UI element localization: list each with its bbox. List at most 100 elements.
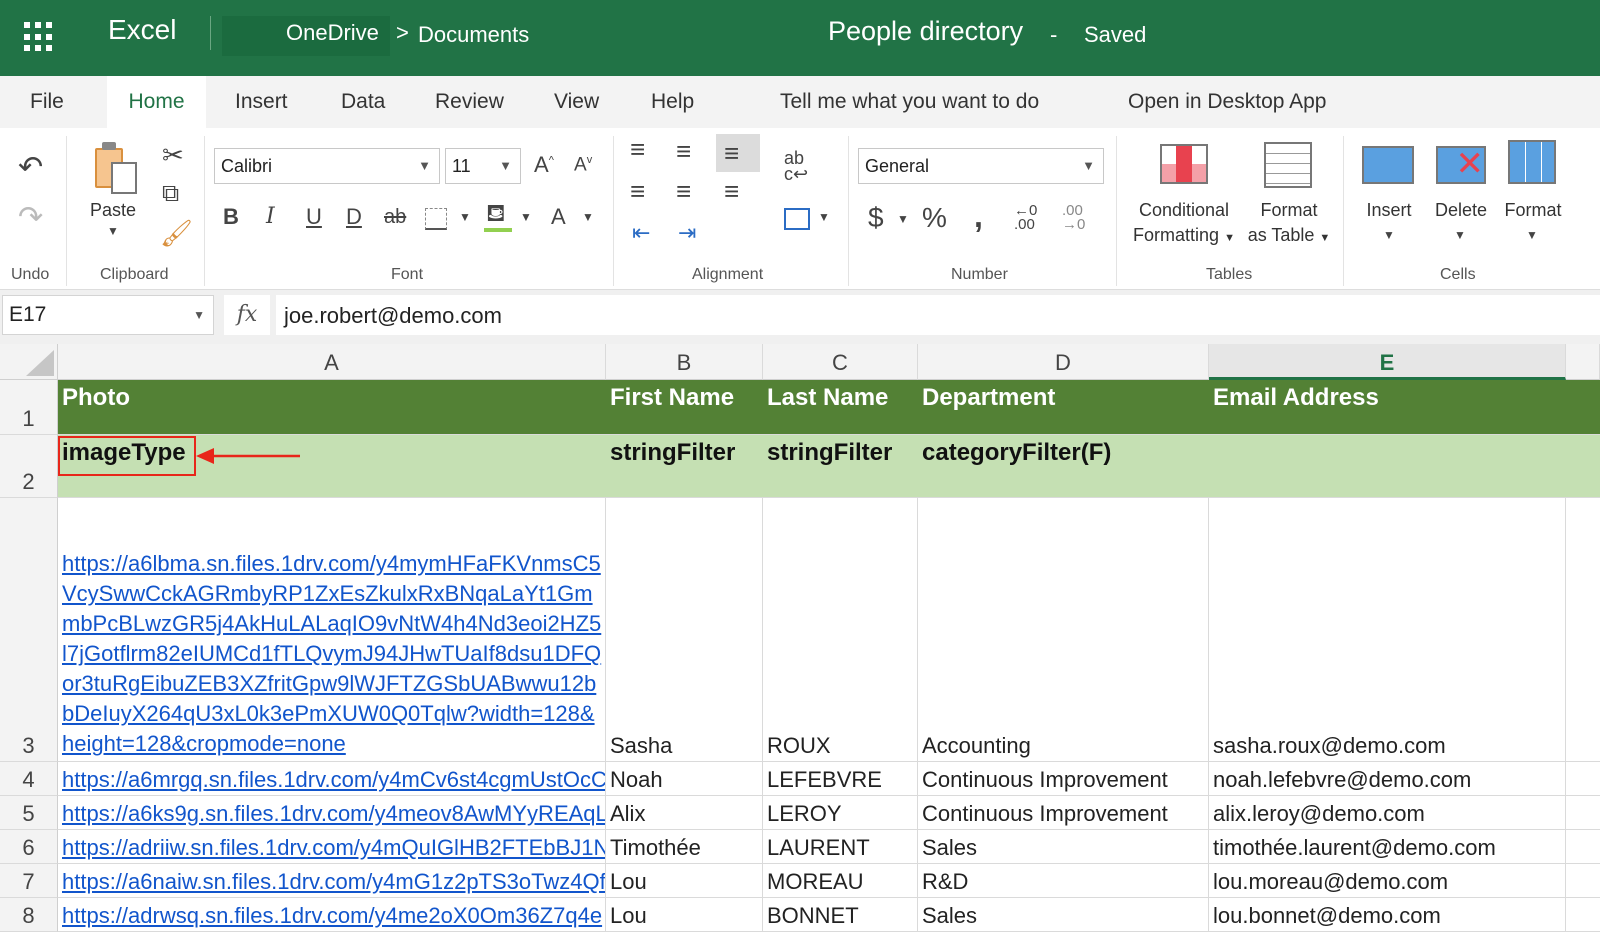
conditional-formatting-icon[interactable] (1160, 144, 1208, 184)
align-bottom-icon[interactable]: ≡ (724, 138, 739, 169)
row-header-4[interactable]: 4 (0, 762, 58, 796)
row-header-1[interactable]: 1 (0, 380, 58, 435)
number-format-select[interactable]: General ▼ (858, 148, 1104, 184)
cell-e6[interactable]: timothée.laurent@demo.com (1209, 830, 1566, 863)
font-size-select[interactable]: 11 ▼ (445, 148, 521, 184)
cell-d4[interactable]: Continuous Improvement (918, 762, 1209, 795)
decrease-font-icon[interactable]: Av (574, 154, 592, 176)
format-painter-icon[interactable]: 🖌 (160, 218, 193, 249)
select-all-button[interactable] (0, 344, 58, 380)
cut-icon[interactable]: ✂ (162, 140, 184, 171)
cell-e8[interactable]: lou.bonnet@demo.com (1209, 898, 1566, 931)
comma-style-icon[interactable]: , (974, 198, 983, 235)
format-as-table-button[interactable]: Format as Table ▼ (1244, 198, 1334, 251)
cell-e5[interactable]: alix.leroy@demo.com (1209, 796, 1566, 829)
undo-icon[interactable]: ↶ (18, 150, 43, 185)
paste-icon[interactable] (93, 142, 139, 194)
cell-b4[interactable]: Noah (606, 762, 763, 795)
decrease-decimal-icon[interactable]: .00 →0 (1062, 203, 1085, 232)
tab-file[interactable]: File (20, 76, 74, 128)
cell-e7[interactable]: lou.moreau@demo.com (1209, 864, 1566, 897)
merge-center-icon[interactable] (784, 208, 810, 230)
cell-b7[interactable]: Lou (606, 864, 763, 897)
decrease-indent-icon[interactable]: ⇤ (632, 220, 650, 246)
cell-b8[interactable]: Lou (606, 898, 763, 931)
photo-link[interactable]: https://a6ks9g.sn.files.1drv.com/y4meov8… (62, 801, 605, 827)
tell-me-search[interactable]: Tell me what you want to do (770, 76, 1049, 128)
cell-d7[interactable]: R&D (918, 864, 1209, 897)
cell-c5[interactable]: LEROY (763, 796, 918, 829)
header-cell-department[interactable]: Department (918, 380, 1209, 434)
increase-font-icon[interactable]: A^ (534, 152, 554, 178)
photo-link[interactable]: https://adriiw.sn.files.1drv.com/y4mQuIG… (62, 835, 605, 861)
cell-e4[interactable]: noah.lefebvre@demo.com (1209, 762, 1566, 795)
document-title[interactable]: People directory (828, 16, 1023, 47)
borders-icon[interactable] (425, 208, 447, 230)
align-right-icon[interactable]: ≡ (724, 176, 739, 207)
photo-link[interactable]: https://a6naiw.sn.files.1drv.com/y4mG1z2… (62, 869, 605, 895)
column-header-a[interactable]: A (58, 344, 606, 380)
header-cell-photo[interactable]: Photo (58, 380, 606, 434)
cell-d2[interactable]: categoryFilter(F) (918, 435, 1209, 497)
cell-a5[interactable]: https://a6ks9g.sn.files.1drv.com/y4meov8… (58, 796, 606, 829)
cell-c6[interactable]: LAURENT (763, 830, 918, 863)
wrap-text-icon[interactable]: ab c↩ (784, 149, 808, 183)
underline-icon[interactable]: U (306, 204, 322, 230)
strikethrough-icon[interactable]: ab (384, 206, 406, 229)
chevron-down-icon[interactable]: ▼ (897, 212, 909, 226)
tab-view[interactable]: View (544, 76, 609, 128)
currency-icon[interactable]: $ (868, 202, 884, 234)
photo-link[interactable]: https://a6mrgq.sn.files.1drv.com/y4mCv6s… (62, 767, 605, 793)
column-header-f[interactable] (1566, 344, 1600, 380)
cell-c8[interactable]: BONNET (763, 898, 918, 931)
chevron-down-icon[interactable]: ▼ (1383, 228, 1395, 242)
header-cell-first-name[interactable]: First Name (606, 380, 763, 434)
photo-link[interactable]: https://adrwsq.sn.files.1drv.com/y4me2oX… (62, 903, 602, 929)
chevron-down-icon[interactable]: ▼ (1526, 228, 1538, 242)
delete-cells-icon[interactable]: ✕ (1436, 146, 1486, 184)
cell-d5[interactable]: Continuous Improvement (918, 796, 1209, 829)
column-header-b[interactable]: B (606, 344, 763, 380)
paste-button[interactable]: Paste (88, 198, 138, 223)
row-header-8[interactable]: 8 (0, 898, 58, 932)
chevron-down-icon[interactable]: ▼ (1454, 228, 1466, 242)
app-launcher-icon[interactable] (24, 22, 54, 52)
cell-c3[interactable]: ROUX (763, 498, 918, 761)
delete-cells-button[interactable]: Delete (1428, 198, 1494, 223)
row-header-6[interactable]: 6 (0, 830, 58, 864)
tab-review[interactable]: Review (425, 76, 514, 128)
cell-d6[interactable]: Sales (918, 830, 1209, 863)
chevron-down-icon[interactable]: ▼ (582, 210, 594, 224)
double-underline-icon[interactable]: D (346, 204, 362, 230)
cell-b6[interactable]: Timothée (606, 830, 763, 863)
breadcrumb-onedrive[interactable]: OneDrive (286, 20, 379, 46)
row-header-3[interactable]: 3 (0, 498, 58, 762)
cell-e3[interactable]: sasha.roux@demo.com (1209, 498, 1566, 761)
align-center-icon[interactable]: ≡ (676, 176, 691, 207)
cell-c7[interactable]: MOREAU (763, 864, 918, 897)
align-top-icon[interactable]: ≡ (630, 134, 645, 165)
cell-d3[interactable]: Accounting (918, 498, 1209, 761)
column-header-d[interactable]: D (918, 344, 1209, 380)
percent-icon[interactable]: % (922, 202, 947, 234)
cell-a3[interactable]: https://a6lbma.sn.files.1drv.com/y4mymHF… (58, 498, 606, 761)
row-header-7[interactable]: 7 (0, 864, 58, 898)
cell-a6[interactable]: https://adriiw.sn.files.1drv.com/y4mQuIG… (58, 830, 606, 863)
insert-function-icon[interactable]: fx (224, 295, 270, 335)
redo-icon[interactable]: ↷ (18, 200, 43, 235)
cell-d8[interactable]: Sales (918, 898, 1209, 931)
cell-a8[interactable]: https://adrwsq.sn.files.1drv.com/y4me2oX… (58, 898, 606, 931)
font-color-icon[interactable]: A (551, 204, 566, 230)
open-in-desktop-app[interactable]: Open in Desktop App (1118, 76, 1336, 128)
column-header-c[interactable]: C (763, 344, 918, 380)
chevron-down-icon[interactable]: ▼ (459, 210, 471, 224)
increase-indent-icon[interactable]: ⇥ (678, 220, 696, 246)
name-box[interactable]: E17 ▼ (2, 295, 214, 335)
increase-decimal-icon[interactable]: ←0.00 (1014, 203, 1037, 232)
tab-help[interactable]: Help (641, 76, 704, 128)
app-name[interactable]: Excel (108, 14, 176, 46)
row-header-5[interactable]: 5 (0, 796, 58, 830)
cell-b3[interactable]: Sasha (606, 498, 763, 761)
cell-c2[interactable]: stringFilter (763, 435, 918, 497)
bold-icon[interactable]: B (223, 204, 239, 230)
